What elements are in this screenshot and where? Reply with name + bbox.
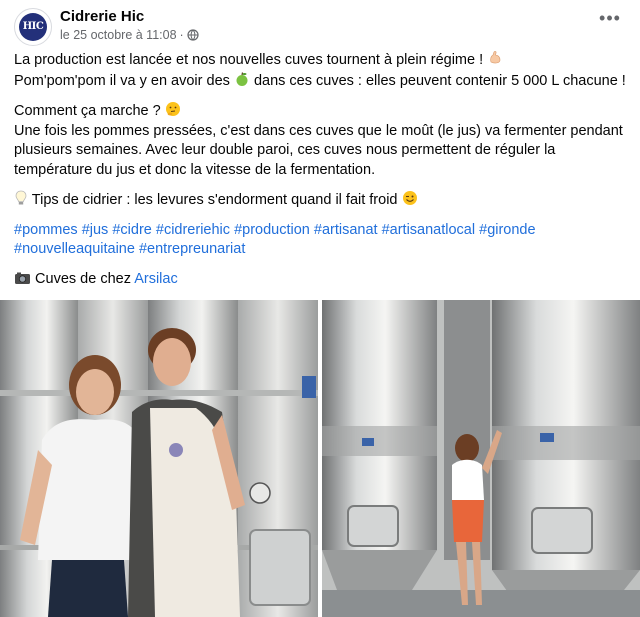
- question-line: Comment ça marche ?: [14, 103, 161, 119]
- thinking-face-icon: [165, 102, 180, 116]
- hashtag-list: #pommes #jus #cidre #cidreriehic #produc…: [14, 221, 630, 260]
- hashtag-link[interactable]: #entrepreunariat: [139, 241, 245, 257]
- credit-text: Cuves de chez: [35, 270, 131, 287]
- paragraph-capacity: Pom'pom'pom il va y en avoir des dans ce…: [14, 71, 630, 92]
- camera-icon: [15, 272, 30, 284]
- arsilac-link[interactable]: Arsilac: [134, 271, 178, 287]
- page-name-link[interactable]: Cidrerie Hic: [60, 8, 144, 25]
- hashtag-link[interactable]: #gironde: [479, 222, 535, 238]
- hashtag-link[interactable]: #jus: [82, 222, 109, 238]
- page-avatar[interactable]: HIC: [14, 8, 52, 46]
- hashtag-link[interactable]: #cidreriehic: [156, 222, 230, 238]
- tip-line: Tips de cidrier : les levures s'endormen…: [31, 192, 398, 208]
- flexed-biceps-icon: [490, 51, 501, 64]
- hashtag-link[interactable]: #cidre: [112, 222, 152, 238]
- photo-grid: [0, 300, 640, 617]
- avatar-logo: HIC: [19, 13, 47, 41]
- post-text: La production est lancée et nos nouvelle…: [14, 50, 630, 289]
- hashtag-link[interactable]: #production: [234, 222, 310, 238]
- meta-separator: ·: [179, 28, 184, 42]
- paragraph-tip: Tips de cidrier : les levures s'endormen…: [14, 190, 630, 211]
- intro-line: La production est lancée et nos nouvelle…: [14, 52, 484, 68]
- post-timestamp[interactable]: le 25 octobre à 11:08: [60, 28, 177, 42]
- photo-credit: Cuves de chez Arsilac: [14, 270, 630, 290]
- photo-woman-at-tanks[interactable]: [322, 300, 640, 617]
- hashtag-link[interactable]: #nouvelleaquitaine: [14, 241, 135, 257]
- capacity-line-end: dans ces cuves : elles peuvent contenir …: [253, 72, 626, 89]
- post-header: HIC Cidrerie Hic le 25 octobre à 11:08 ·…: [12, 6, 628, 46]
- hashtag-link[interactable]: #artisanatlocal: [382, 222, 476, 238]
- hashtag-link[interactable]: #pommes: [14, 222, 78, 238]
- photo-team-at-tanks[interactable]: [0, 300, 318, 617]
- light-bulb-icon: [15, 190, 27, 205]
- post-meta: le 25 octobre à 11:08 ·: [60, 28, 199, 42]
- more-options-button[interactable]: •••: [598, 9, 622, 30]
- globe-icon: [187, 29, 199, 41]
- wink-face-icon: [402, 191, 417, 205]
- paragraph-explanation: Une fois les pommes pressées, c'est dans…: [14, 122, 623, 178]
- capacity-line-start: Pom'pom'pom il va y en avoir des: [14, 72, 230, 89]
- green-apple-icon: [236, 71, 248, 86]
- paragraph-intro: La production est lancée et nos nouvelle…: [14, 50, 630, 71]
- hashtag-link[interactable]: #artisanat: [314, 222, 378, 238]
- paragraph-question: Comment ça marche ?: [14, 101, 630, 122]
